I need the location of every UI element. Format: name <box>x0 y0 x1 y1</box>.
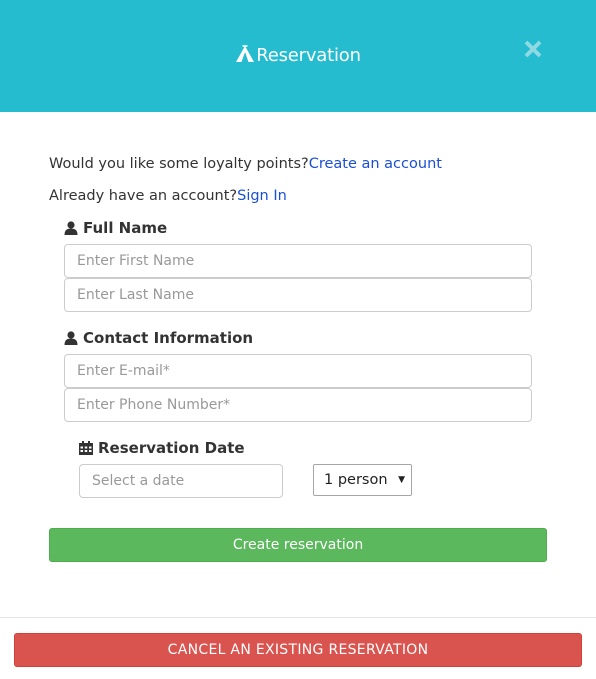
reservation-date-label-text: Reservation Date <box>98 439 245 457</box>
tent-icon <box>236 45 255 62</box>
full-name-label-text: Full Name <box>83 219 168 237</box>
date-input[interactable] <box>79 464 283 498</box>
loyalty-prompt: Would you like some loyalty points?Creat… <box>49 154 442 174</box>
reservation-date-label: Reservation Date <box>79 438 245 458</box>
create-reservation-button[interactable]: Create reservation <box>49 528 547 562</box>
account-text: Already have an account? <box>49 188 238 204</box>
close-icon[interactable] <box>522 38 544 60</box>
calendar-icon <box>79 441 93 455</box>
footer-divider <box>0 617 596 618</box>
last-name-input[interactable] <box>64 278 532 312</box>
user-icon <box>64 221 78 235</box>
sign-in-prompt: Already have an account?Sign In <box>49 186 287 206</box>
modal-title: Reservation <box>0 44 596 68</box>
contact-info-label: Contact Information <box>64 328 253 348</box>
modal-header: Reservation <box>0 0 596 112</box>
loyalty-text: Would you like some loyalty points? <box>49 156 309 172</box>
caret-down-icon: ▼ <box>398 475 405 485</box>
cancel-reservation-button[interactable]: CANCEL AN EXISTING RESERVATION <box>14 633 582 667</box>
create-account-link[interactable]: Create an account <box>309 156 442 172</box>
user-icon <box>64 331 78 345</box>
sign-in-link[interactable]: Sign In <box>237 188 287 204</box>
full-name-label: Full Name <box>64 218 167 238</box>
first-name-input[interactable] <box>64 244 532 278</box>
reservation-modal: Reservation Would you like some loyalty … <box>0 0 596 679</box>
party-size-select[interactable]: 1 person ▼ <box>313 464 412 496</box>
party-size-value: 1 person <box>324 472 388 488</box>
modal-title-text: Reservation <box>256 45 361 66</box>
email-input[interactable] <box>64 354 532 388</box>
contact-info-label-text: Contact Information <box>83 329 254 347</box>
phone-input[interactable] <box>64 388 532 422</box>
